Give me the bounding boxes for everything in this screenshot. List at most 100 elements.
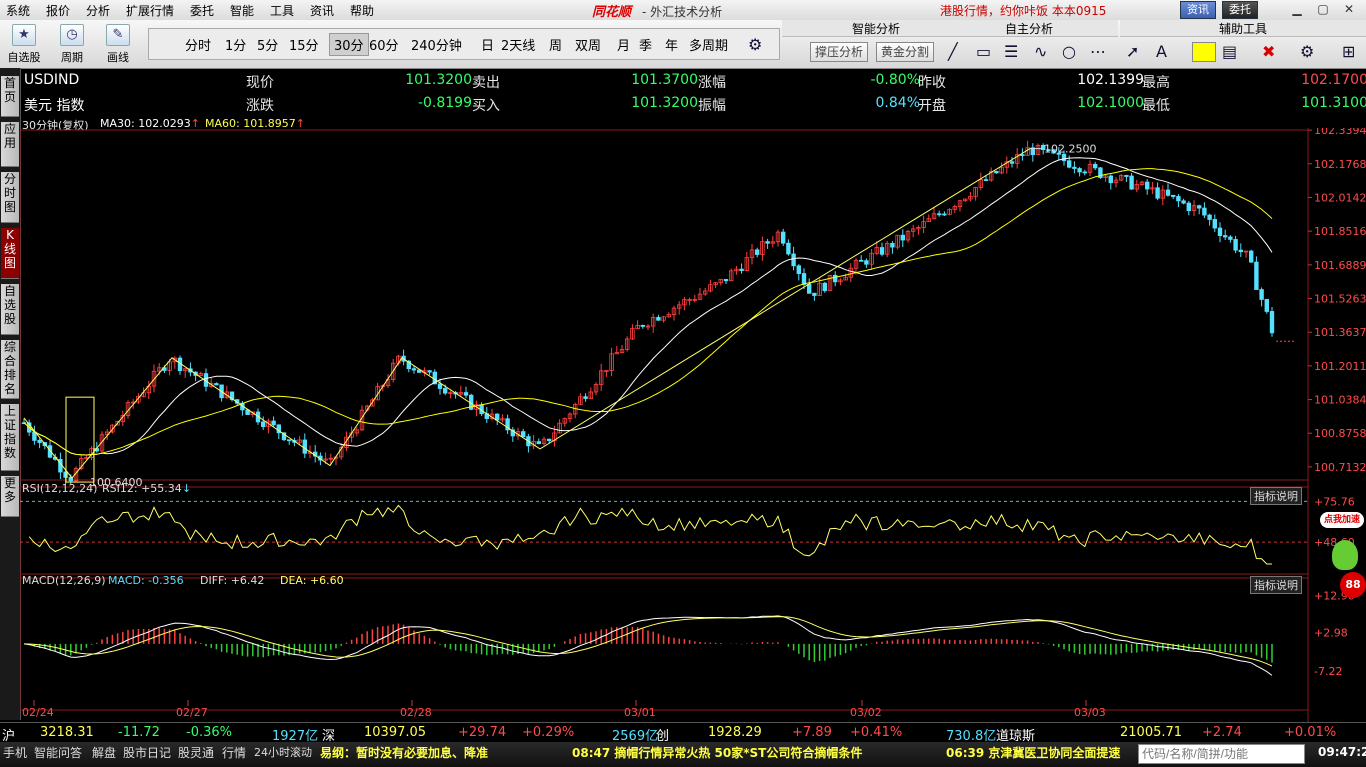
- sidebar-item-2[interactable]: 分时图: [1, 172, 19, 223]
- tab-market[interactable]: 行情: [222, 744, 246, 761]
- candle-body: [1207, 214, 1212, 220]
- info-button[interactable]: 资讯: [1180, 1, 1216, 19]
- quote-value: 102.1000: [1077, 95, 1144, 111]
- period-0[interactable]: 分时: [185, 35, 211, 54]
- candle-body: [271, 420, 276, 426]
- trade-button[interactable]: 委托: [1222, 1, 1258, 19]
- sidebar-item-4[interactable]: 自选股: [1, 284, 19, 335]
- cursor-icon[interactable]: ➚: [1126, 42, 1139, 61]
- menu-help[interactable]: 帮助: [350, 2, 374, 19]
- menu-ext-quote[interactable]: 扩展行情: [126, 2, 174, 19]
- color-swatch[interactable]: [1192, 42, 1216, 62]
- circle-tool-icon[interactable]: ○: [1062, 42, 1076, 61]
- news-headline-2[interactable]: 08:47 摘帽行情异常火热 50家*ST公司符合摘帽条件: [572, 744, 862, 761]
- rsi-line: [28, 504, 1272, 565]
- period-13[interactable]: 年: [665, 35, 678, 54]
- price-tick-label: 101.0384: [1314, 394, 1366, 407]
- period-6[interactable]: 240分钟: [411, 35, 462, 54]
- fib-tool-icon[interactable]: ☰: [1004, 42, 1018, 61]
- period-3[interactable]: 15分: [289, 35, 319, 54]
- period-tool[interactable]: ◷ 周期: [52, 24, 92, 65]
- period-1[interactable]: 1分: [225, 35, 246, 54]
- menu-quote[interactable]: 报价: [46, 2, 70, 19]
- candle-body: [859, 259, 864, 262]
- golden-section-button[interactable]: 黄金分割: [876, 42, 935, 62]
- close-icon[interactable]: ✕: [1342, 2, 1356, 16]
- period-11[interactable]: 月: [617, 35, 630, 54]
- menu-info[interactable]: 资讯: [310, 2, 334, 19]
- candle-body: [1228, 236, 1233, 240]
- menu-tools[interactable]: 工具: [270, 2, 294, 19]
- left-sidebar: 首页应用分时图 K线图自选股综合排名上证指数更多: [0, 68, 21, 720]
- period-14[interactable]: 多周期: [689, 35, 728, 54]
- delete-icon[interactable]: ✖: [1262, 42, 1275, 61]
- ad-badge[interactable]: 点我加速 88: [1318, 508, 1366, 608]
- sidebar-item-0[interactable]: 首页: [1, 76, 19, 117]
- period-7[interactable]: 日: [481, 35, 494, 54]
- macd-title: MACD(12,26,9): [22, 574, 106, 587]
- tag-icon[interactable]: ▤: [1222, 42, 1237, 61]
- sidebar-item-3[interactable]: K线图: [1, 228, 19, 279]
- index-stat: 3218.31: [40, 725, 94, 740]
- tab-smart-qa[interactable]: 智能问答: [34, 744, 82, 761]
- candle-body: [879, 247, 885, 255]
- period-5[interactable]: 60分: [369, 35, 399, 54]
- period-8[interactable]: 2天线: [501, 35, 535, 54]
- gear-icon[interactable]: ⚙: [748, 35, 762, 54]
- price-tick-label: 101.8516: [1314, 225, 1366, 238]
- settings-icon[interactable]: ⚙: [1300, 42, 1314, 61]
- candle-body: [983, 179, 989, 182]
- period-12[interactable]: 季: [639, 35, 652, 54]
- period-2[interactable]: 5分: [257, 35, 278, 54]
- period-9[interactable]: 周: [549, 35, 562, 54]
- maximize-icon[interactable]: ▢: [1316, 2, 1330, 16]
- menu-trade[interactable]: 委托: [190, 2, 214, 19]
- tab-mobile[interactable]: 手机: [3, 744, 27, 761]
- menu-system[interactable]: 系统: [6, 2, 30, 19]
- tab-diary[interactable]: 股市日记: [123, 744, 171, 761]
- draw-tool[interactable]: ✎ 画线: [98, 24, 138, 65]
- macd-help-button[interactable]: 指标说明: [1250, 576, 1302, 594]
- rsi-title: RSI(12,12,24): [22, 482, 97, 495]
- search-input[interactable]: [1138, 744, 1305, 764]
- top-marquee[interactable]: 港股行情，约你咔饭 本本0915: [940, 2, 1120, 19]
- quote-value: 0.84%: [875, 95, 920, 111]
- rect-tool-icon[interactable]: ▭: [976, 42, 991, 61]
- sidebar-item-1[interactable]: 应用: [1, 122, 19, 167]
- support-analysis-button[interactable]: 撑压分析: [810, 42, 869, 62]
- menu-smart[interactable]: 智能: [230, 2, 254, 19]
- price-tick-label: 102.1768: [1314, 158, 1366, 171]
- star-icon: ★: [12, 24, 36, 46]
- sidebar-item-5[interactable]: 综合排名: [1, 340, 19, 399]
- date-label: 03/01: [624, 706, 656, 719]
- period-10[interactable]: 双周: [575, 35, 601, 54]
- tab-stock-link[interactable]: 股灵通: [178, 744, 214, 761]
- text-tool-icon[interactable]: A: [1156, 42, 1167, 61]
- candle-body: [801, 273, 807, 285]
- sidebar-item-6[interactable]: 上证指数: [1, 404, 19, 471]
- ma30-line: [23, 157, 1273, 456]
- high-label: 102.2500: [1044, 143, 1097, 156]
- kline-chart[interactable]: 102.3394 102.1768 102.0142 101.8516 101.6889…: [20, 128, 1366, 722]
- wave-tool-icon[interactable]: ∿: [1034, 42, 1047, 61]
- menu-analysis[interactable]: 分析: [86, 2, 110, 19]
- pin-icon[interactable]: ⊞: [1342, 42, 1355, 61]
- candle-body: [791, 253, 796, 267]
- candle-body: [833, 274, 838, 283]
- tab-24h[interactable]: 24小时滚动: [254, 744, 312, 760]
- candle-body: [442, 388, 448, 394]
- period-4[interactable]: 30分: [329, 33, 369, 56]
- watchlist-tool[interactable]: ★ 自选股: [4, 24, 44, 65]
- candle-body: [1202, 207, 1207, 216]
- index-stat: +0.01%: [1284, 725, 1337, 740]
- candle-body: [890, 243, 895, 248]
- news-headline-1[interactable]: 易纲：暂时没有必要加息、降准: [320, 744, 488, 761]
- more-icon[interactable]: ⋯: [1090, 42, 1106, 61]
- sidebar-item-7[interactable]: 更多: [1, 476, 19, 517]
- rsi-help-button[interactable]: 指标说明: [1250, 487, 1302, 505]
- quote-value: -0.80%: [870, 72, 920, 88]
- minimize-icon[interactable]: ▁: [1290, 2, 1304, 16]
- line-tool-icon[interactable]: ╱: [948, 42, 958, 61]
- tab-review[interactable]: 解盘: [92, 744, 116, 761]
- news-headline-3[interactable]: 06:39 京津冀医卫协同全面提速: [946, 744, 1120, 761]
